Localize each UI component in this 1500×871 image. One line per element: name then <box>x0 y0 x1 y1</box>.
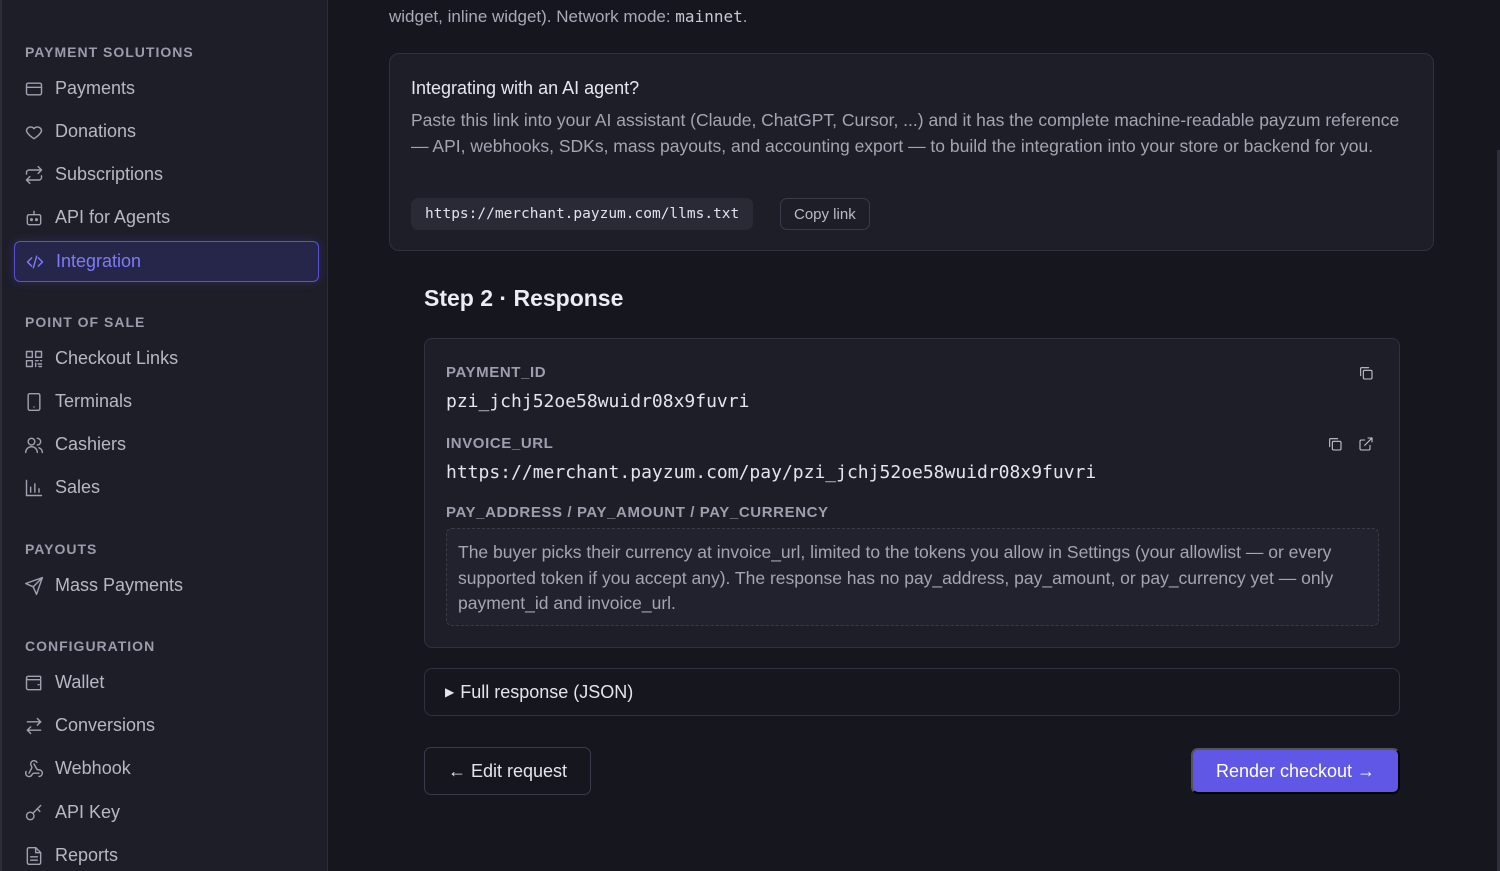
sidebar-item-sales[interactable]: Sales <box>14 467 319 508</box>
wallet-icon <box>24 673 44 693</box>
sidebar-item-api-for-agents[interactable]: API for Agents <box>14 197 319 238</box>
sidebar-item-cashiers[interactable]: Cashiers <box>14 424 319 465</box>
sidebar-item-label: Mass Payments <box>55 575 184 595</box>
send-icon <box>24 576 44 596</box>
ai-card-title: Integrating with an AI agent? <box>411 78 640 98</box>
section-title-payment-solutions: PAYMENT SOLUTIONS <box>25 44 194 60</box>
full-response-toggle[interactable]: ▶ Full response (JSON) <box>424 668 1400 716</box>
invoice-url-label: INVOICE_URL <box>446 435 554 452</box>
tablet-icon <box>24 392 44 412</box>
sidebar-item-label: Cashiers <box>55 434 127 454</box>
sidebar-item-label: API Key <box>55 802 121 822</box>
sidebar-item-label: Checkout Links <box>55 348 179 368</box>
sidebar-item-label: Integration <box>56 251 142 271</box>
sidebar-item-label: Wallet <box>55 672 105 692</box>
key-icon <box>24 803 44 823</box>
pay-fields-note: The buyer picks their currency at invoic… <box>446 528 1379 626</box>
repeat-icon <box>24 165 44 185</box>
sidebar-item-donations[interactable]: Donations <box>14 111 319 152</box>
response-card: PAYMENT_ID pzi_jchj52oe58wuidr08x9fuvri … <box>424 338 1400 648</box>
sidebar-item-integration[interactable]: Integration <box>14 241 319 282</box>
sidebar-item-label: Conversions <box>55 715 156 735</box>
sidebar-item-webhook[interactable]: Webhook <box>14 748 319 789</box>
sidebar-item-label: Subscriptions <box>55 164 164 184</box>
heart-icon <box>24 122 44 142</box>
payment-id-label: PAYMENT_ID <box>446 364 547 381</box>
sidebar-item-payments[interactable]: Payments <box>14 68 319 109</box>
webhook-icon <box>24 759 44 779</box>
sidebar-item-terminals[interactable]: Terminals <box>14 381 319 422</box>
sidebar-item-mass-payments[interactable]: Mass Payments <box>14 565 319 606</box>
ai-card-body: Paste this link into your AI assistant (… <box>411 110 1400 156</box>
bot-icon <box>24 208 44 228</box>
render-checkout-button[interactable]: Render checkout → <box>1191 748 1400 794</box>
section-title-payouts: PAYOUTS <box>25 541 98 557</box>
pay-fields-label: PAY_ADDRESS / PAY_AMOUNT / PAY_CURRENCY <box>446 504 829 521</box>
sidebar-item-conversions[interactable]: Conversions <box>14 705 319 746</box>
edit-request-button[interactable]: ← Edit request <box>424 747 591 795</box>
sidebar-item-checkout-links[interactable]: Checkout Links <box>14 338 319 379</box>
sidebar-item-reports[interactable]: Reports <box>14 835 319 871</box>
bar-chart-icon <box>24 478 44 498</box>
network-mode: mainnet <box>675 7 743 26</box>
sidebar-item-label: API for Agents <box>55 207 171 227</box>
caret-right-icon: ▶ <box>445 685 455 699</box>
intro-text-post: . <box>742 7 748 26</box>
copy-link-button[interactable]: Copy link <box>780 198 870 230</box>
external-link-icon[interactable] <box>1355 433 1377 455</box>
section-title-configuration: CONFIGURATION <box>25 638 156 654</box>
intro-text-pre: widget, inline widget). Network mode: <box>389 7 676 26</box>
qr-icon <box>24 349 44 369</box>
sidebar-item-label: Reports <box>55 845 119 865</box>
file-text-icon <box>24 846 44 866</box>
sidebar: PAYMENT SOLUTIONS Payments Donations Sub… <box>0 0 328 871</box>
section-title-point-of-sale: POINT OF SALE <box>25 314 146 330</box>
code-icon <box>25 252 45 272</box>
users-icon <box>24 435 44 455</box>
arrows-swap-icon <box>24 716 44 736</box>
llms-link[interactable]: https://merchant.payzum.com/llms.txt <box>411 198 754 230</box>
invoice-url-value[interactable]: https://merchant.payzum.com/pay/pzi_jchj… <box>446 462 1096 483</box>
sidebar-item-label: Sales <box>55 477 101 497</box>
sidebar-item-subscriptions[interactable]: Subscriptions <box>14 154 319 195</box>
sidebar-item-label: Payments <box>55 78 136 98</box>
sidebar-item-wallet[interactable]: Wallet <box>14 662 319 703</box>
sidebar-item-api-key[interactable]: API Key <box>14 792 319 833</box>
card-icon <box>24 79 44 99</box>
copy-icon[interactable] <box>1355 362 1377 384</box>
intro-text: widget, inline widget). Network mode: ma… <box>389 7 747 27</box>
full-response-label: Full response (JSON) <box>460 681 634 702</box>
sidebar-item-label: Donations <box>55 121 137 141</box>
step-title: Step 2 · Response <box>424 285 624 311</box>
sidebar-item-label: Webhook <box>55 758 131 778</box>
payment-id-value: pzi_jchj52oe58wuidr08x9fuvri <box>446 391 750 412</box>
copy-icon[interactable] <box>1324 433 1346 455</box>
sidebar-item-label: Terminals <box>55 391 133 411</box>
ai-agent-card: Integrating with an AI agent? Paste this… <box>389 53 1434 251</box>
